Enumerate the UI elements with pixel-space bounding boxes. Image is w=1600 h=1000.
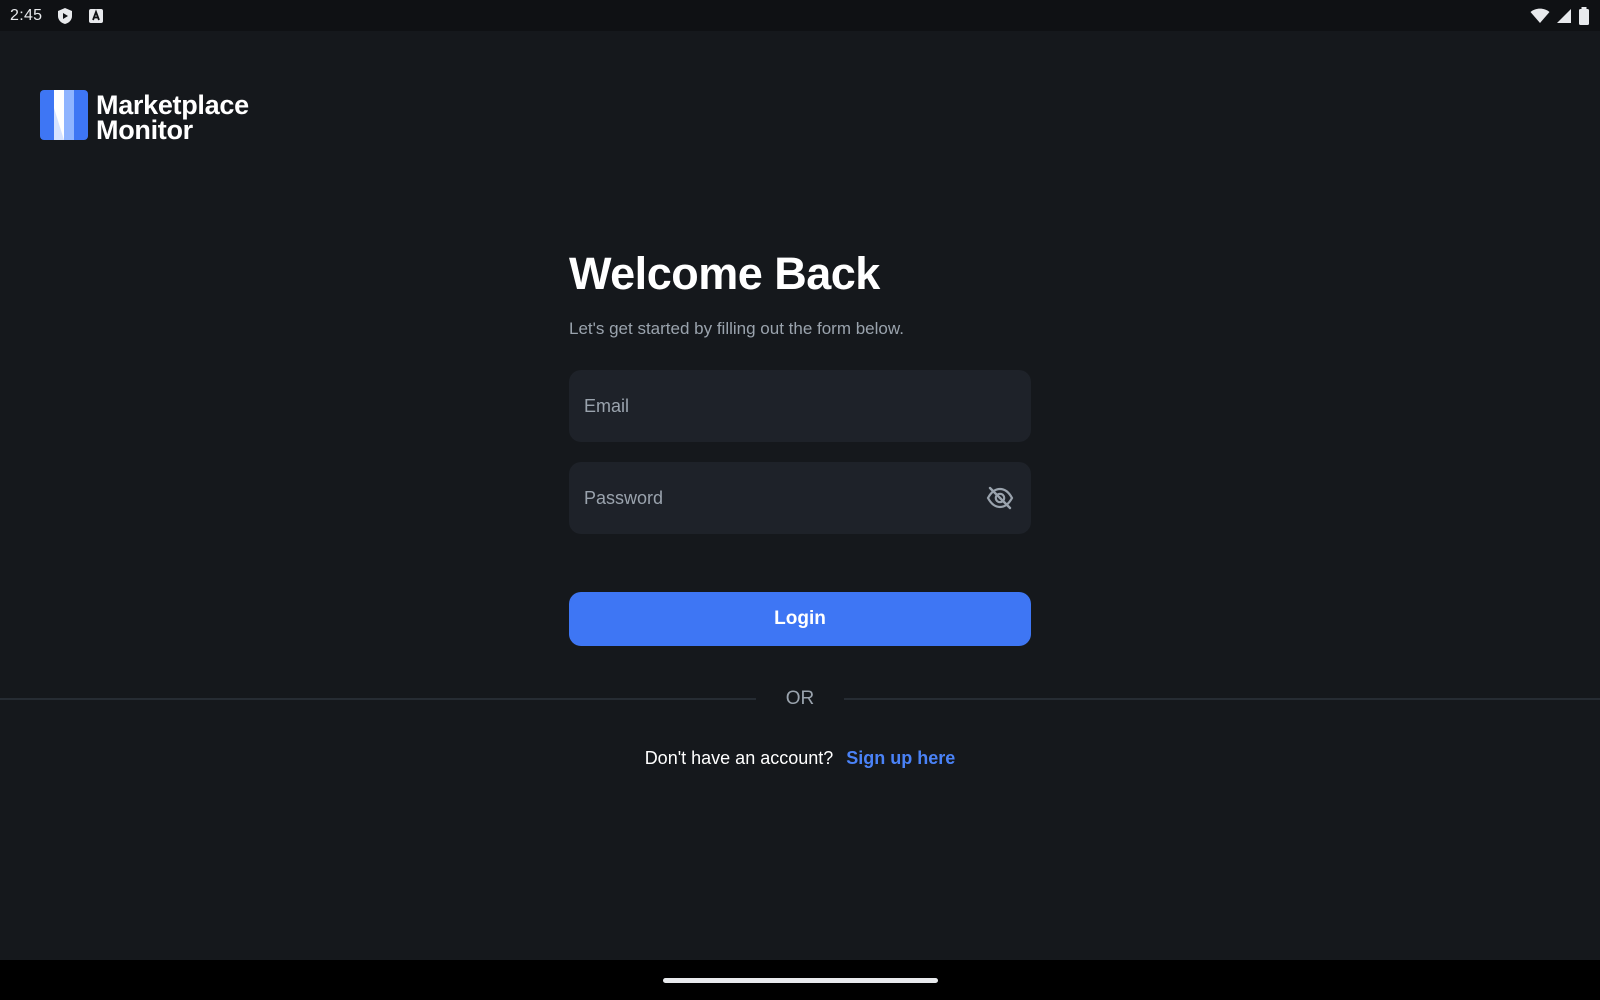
or-divider: OR xyxy=(0,686,1600,712)
email-field-container xyxy=(569,370,1031,442)
wifi-icon xyxy=(1530,8,1550,24)
app-notification-icon xyxy=(88,8,104,24)
signup-prompt: Don't have an account? xyxy=(644,748,834,768)
status-left: 2:45 xyxy=(10,7,104,25)
cell-signal-icon xyxy=(1556,8,1572,24)
battery-icon xyxy=(1578,6,1590,25)
divider-label: OR xyxy=(785,688,815,709)
app-logo: Marketplace Monitor xyxy=(40,90,249,145)
login-button[interactable]: Login xyxy=(569,592,1031,646)
logo-wordmark: Marketplace Monitor xyxy=(96,89,249,145)
divider-line-right xyxy=(844,698,1600,700)
status-time: 2:45 xyxy=(10,6,43,24)
signup-link[interactable]: Sign up here xyxy=(846,748,955,768)
logo-line-2: Monitor xyxy=(96,114,193,145)
navigation-bar xyxy=(0,960,1600,1000)
signup-row: Don't have an account? Sign up here xyxy=(0,746,1600,770)
divider-line-left xyxy=(0,698,756,700)
email-field[interactable] xyxy=(584,395,1016,417)
status-bar: 2:45 xyxy=(0,0,1600,31)
login-screen: 2:45 Marketplace Monitor Welcome Back Le… xyxy=(0,0,1600,1000)
logo-mark-icon xyxy=(40,90,88,145)
login-form: Welcome Back Let's get started by fillin… xyxy=(569,246,1031,646)
page-title: Welcome Back xyxy=(569,248,880,299)
status-right xyxy=(1530,6,1590,25)
page-subtitle: Let's get started by filling out the for… xyxy=(569,319,904,338)
eye-off-icon[interactable] xyxy=(985,483,1015,513)
logo-line-1: Marketplace xyxy=(96,89,249,120)
password-field-container xyxy=(569,462,1031,534)
home-indicator[interactable] xyxy=(663,978,938,983)
play-protect-icon xyxy=(56,7,74,25)
password-field[interactable] xyxy=(584,487,1016,509)
